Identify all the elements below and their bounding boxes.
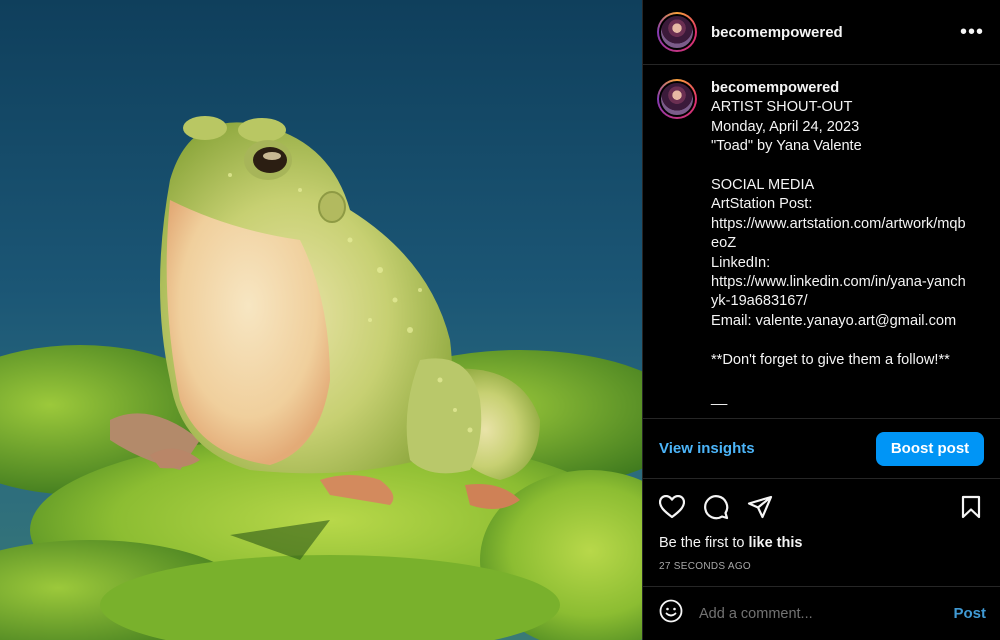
caption-line: ArtStation Post: xyxy=(711,196,813,213)
comment-bar: Post xyxy=(643,586,1000,640)
caption-text: becomempowered ARTIST SHOUT-OUT Monday, … xyxy=(711,79,969,418)
bookmark-icon[interactable] xyxy=(956,492,986,522)
caption-line: __ xyxy=(711,390,728,407)
insights-row: View insights Boost post xyxy=(643,419,1000,479)
heart-icon[interactable] xyxy=(657,492,687,522)
toad-illustration xyxy=(0,116,642,640)
caption-link: https://www.artstation.com/artwork/mqbeo… xyxy=(711,215,966,252)
post-timestamp: 27 SECONDS AGO xyxy=(659,561,752,572)
view-insights-link[interactable]: View insights xyxy=(659,440,755,457)
caption-line: ARTIST SHOUT-OUT xyxy=(711,99,853,116)
comment-input[interactable] xyxy=(699,605,954,622)
caption-section: becomempowered ARTIST SHOUT-OUT Monday, … xyxy=(643,65,1000,419)
avatar[interactable] xyxy=(657,12,697,52)
caption-line: LinkedIn: xyxy=(711,254,771,271)
caption-avatar[interactable] xyxy=(657,79,697,119)
action-icons xyxy=(643,479,1000,535)
caption-line: **Don't forget to give them a follow!** xyxy=(711,351,950,368)
avatar-image xyxy=(659,81,695,117)
avatar-image xyxy=(659,14,695,50)
caption-line: Monday, April 24, 2023 xyxy=(711,118,860,135)
like-this-link[interactable]: like this xyxy=(748,535,802,551)
caption-username[interactable]: becomempowered xyxy=(711,79,969,98)
caption-line xyxy=(711,370,969,389)
post-image[interactable] xyxy=(0,0,642,640)
post-header: becomempowered ••• xyxy=(643,0,1000,65)
comment-icon[interactable] xyxy=(701,492,731,522)
caption-line: SOCIAL MEDIA xyxy=(711,177,815,194)
caption-link: https://www.linkedin.com/in/yana-yanchyk… xyxy=(711,274,966,310)
header-username[interactable]: becomempowered xyxy=(711,24,843,41)
caption-line xyxy=(711,157,969,176)
likes-summary: Be the first to like this xyxy=(643,535,1000,557)
caption-line xyxy=(711,331,969,350)
boost-post-button[interactable]: Boost post xyxy=(876,431,984,466)
caption-line: Email: valente.yanayo.art@gmail.com xyxy=(711,312,957,329)
likes-prefix: Be the first to xyxy=(659,535,749,551)
more-horizontal-icon[interactable]: ••• xyxy=(960,22,984,42)
caption-line: "Toad" by Yana Valente xyxy=(711,138,862,155)
emoji-icon[interactable] xyxy=(659,599,683,628)
post-comment-button[interactable]: Post xyxy=(953,605,986,622)
post-sidebar: becomempowered ••• becomempowered ARTIST… xyxy=(642,0,1000,640)
send-icon[interactable] xyxy=(745,492,775,522)
